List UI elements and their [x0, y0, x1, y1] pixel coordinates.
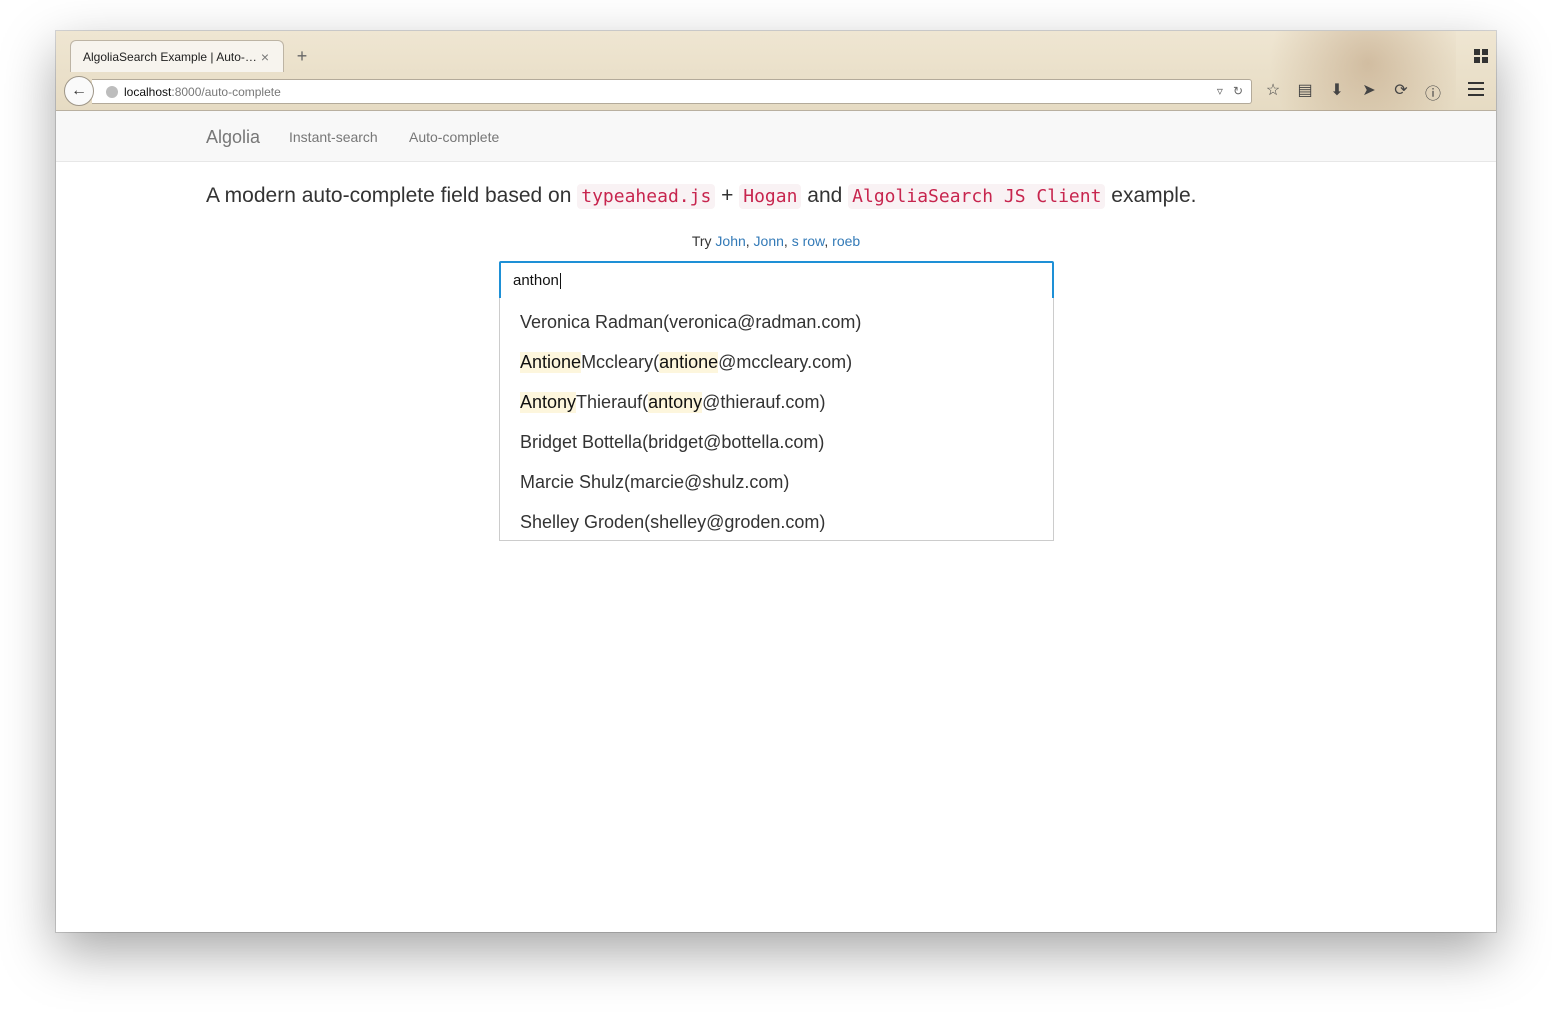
site-navbar: Algolia Instant-search Auto-complete [56, 111, 1496, 162]
suggestion-item[interactable]: Shelley Groden(shelley@groden.com) [500, 502, 1053, 542]
suggestion-text: @mccleary.com) [718, 351, 853, 372]
toolbar-icons: ☆ ▤ ⬇ ➤ ⟳ ⓘ [1262, 80, 1444, 104]
headline-text-start: A modern auto-complete field based on [206, 184, 572, 207]
try-examples: Try John, Jonn, s row, roeb [691, 233, 861, 249]
suggestion-item[interactable]: Bridget Bottella(bridget@bottella.com) [500, 422, 1053, 462]
navigation-toolbar: localhost:8000/auto-complete ▿ ↻ ← ☆ ▤ ⬇… [56, 72, 1496, 111]
history-dropdown-icon[interactable]: ▿ [1217, 84, 1223, 98]
url-path: :8000/auto-complete [171, 84, 281, 99]
suggestion-highlight: Antione [520, 351, 582, 373]
code-typeahead: typeahead.js [577, 184, 716, 209]
suggestion-highlight: antony [648, 391, 703, 413]
reading-list-icon[interactable]: ▤ [1294, 80, 1316, 104]
suggestion-text: @thierauf.com) [702, 391, 826, 412]
tab-title: AlgoliaSearch Example | Auto-c... [83, 49, 257, 64]
sync-icon[interactable]: ⟳ [1390, 80, 1412, 104]
code-algoliasearch-client: AlgoliaSearch JS Client [848, 184, 1106, 209]
info-icon[interactable]: ⓘ [1422, 80, 1444, 104]
suggestion-item[interactable]: Antony Thierauf(antony @thierauf.com) [500, 382, 1053, 422]
code-hogan: Hogan [739, 184, 802, 209]
suggestion-text: Shelley Groden(shelley@groden.com) [520, 511, 826, 532]
headline-plus: + [721, 184, 734, 207]
headline-text-end: example. [1111, 184, 1197, 207]
share-icon[interactable]: ➤ [1358, 80, 1380, 104]
try-link-s-row[interactable]: s row [792, 233, 825, 249]
tab-close-icon[interactable]: × [257, 49, 273, 65]
suggestion-text: Marcie Shulz(marcie@shulz.com) [520, 471, 790, 492]
nav-link-instant-search[interactable]: Instant-search [289, 129, 378, 145]
suggestion-item[interactable]: Marcie Shulz(marcie@shulz.com) [500, 462, 1053, 502]
nav-link-auto-complete[interactable]: Auto-complete [409, 129, 499, 145]
browser-chrome: AlgoliaSearch Example | Auto-c... × + lo… [56, 31, 1496, 111]
try-link-john[interactable]: John [715, 233, 745, 249]
url-bar[interactable]: localhost:8000/auto-complete ▿ ↻ [92, 79, 1252, 104]
page-content: A modern auto-complete field based on ty… [56, 162, 1496, 932]
back-button[interactable]: ← [64, 76, 94, 106]
new-tab-button[interactable]: + [292, 46, 312, 67]
suggestion-highlight: antione [659, 351, 719, 373]
autocomplete-dropdown: Veronica Radman(veronica@radman.com) Anti… [499, 298, 1054, 541]
try-link-jonn[interactable]: Jonn [754, 233, 784, 249]
suggestion-text: Thierauf( [576, 391, 649, 412]
try-label: Try [691, 233, 712, 249]
headline-and: and [807, 184, 843, 207]
text-caret [559, 272, 561, 289]
try-link-roeb[interactable]: roeb [832, 233, 860, 249]
suggestion-item[interactable]: Antione Mccleary(antione @mccleary.com) [500, 342, 1053, 382]
reload-icon[interactable]: ↻ [1233, 84, 1243, 98]
suggestion-text: Mccleary( [581, 351, 660, 372]
suggestion-highlight: Antony [520, 391, 577, 413]
suggestion-text: Veronica Radman(veronica@radman.com) [520, 311, 862, 332]
back-arrow-icon: ← [71, 82, 87, 99]
site-identity-icon[interactable] [106, 85, 118, 98]
bookmark-star-icon[interactable]: ☆ [1262, 80, 1284, 104]
suggestion-text: Bridget Bottella(bridget@bottella.com) [520, 431, 825, 452]
tab-groups-icon[interactable] [1474, 49, 1488, 63]
downloads-icon[interactable]: ⬇ [1326, 80, 1348, 104]
search-input-value: anthon [513, 272, 559, 289]
url-host: localhost [124, 84, 172, 99]
hamburger-menu-icon[interactable] [1468, 82, 1484, 96]
page-headline: A modern auto-complete field based on ty… [206, 184, 1197, 209]
browser-window: AlgoliaSearch Example | Auto-c... × + lo… [56, 31, 1496, 932]
suggestion-item[interactable]: Veronica Radman(veronica@radman.com) [500, 302, 1053, 342]
search-input[interactable]: anthon [499, 261, 1054, 300]
browser-tab[interactable]: AlgoliaSearch Example | Auto-c... × [70, 40, 284, 72]
navbar-brand[interactable]: Algolia [206, 127, 260, 148]
